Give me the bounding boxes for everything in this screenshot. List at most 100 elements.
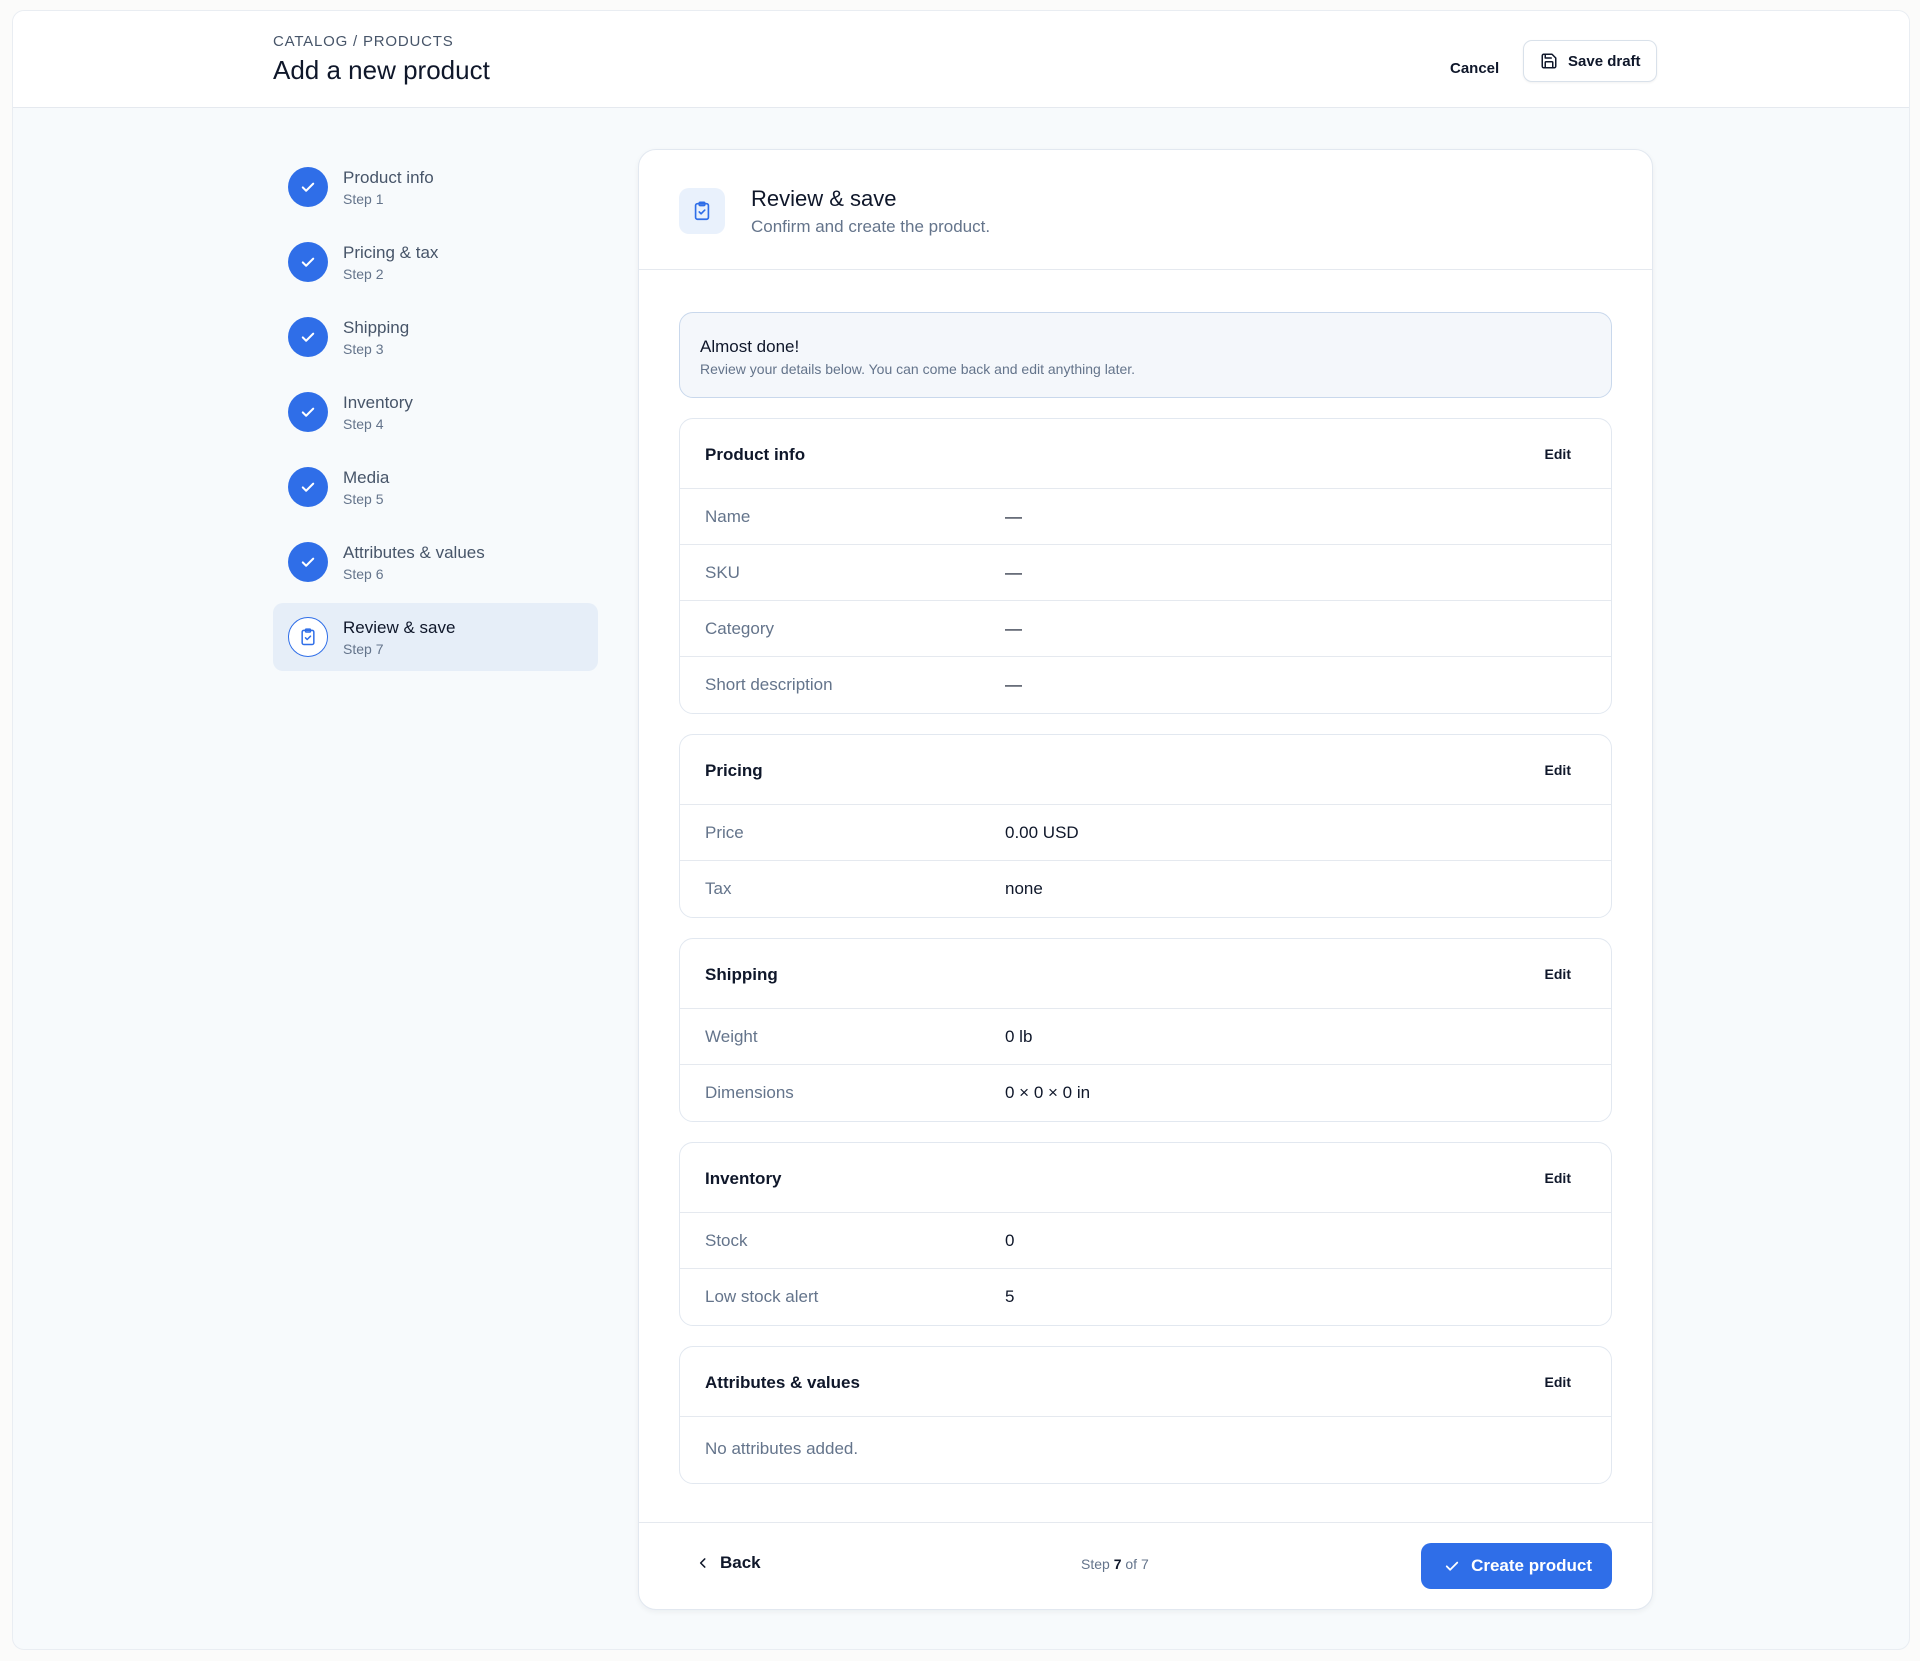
step-number: Step 7 xyxy=(343,641,384,657)
summary-row: Dimensions 0 × 0 × 0 in xyxy=(680,1065,1611,1121)
row-label: Tax xyxy=(705,879,732,898)
step-pricing-tax[interactable]: Pricing & tax Step 2 xyxy=(273,228,598,296)
back-label: Back xyxy=(720,1553,761,1572)
save-draft-label: Save draft xyxy=(1568,52,1641,70)
row-label: Dimensions xyxy=(705,1083,794,1102)
step-counter-current: 7 xyxy=(1113,1556,1122,1572)
section-title: Product info xyxy=(705,445,806,464)
breadcrumb[interactable]: CATALOG / PRODUCTS xyxy=(273,33,454,50)
row-label: Stock xyxy=(705,1231,748,1250)
summary-row: Price 0.00 USD xyxy=(680,805,1611,861)
edit-product-info-button[interactable]: Edit xyxy=(1545,446,1571,462)
step-number: Step 1 xyxy=(343,191,384,207)
page-title: Add a new product xyxy=(273,55,490,85)
inventory-section: Inventory Edit Stock 0 Low stock alert 5 xyxy=(679,1142,1612,1326)
save-draft-button[interactable]: Save draft xyxy=(1523,40,1657,82)
edit-attributes-button[interactable]: Edit xyxy=(1545,1374,1571,1390)
summary-row: Low stock alert 5 xyxy=(680,1269,1611,1325)
shipping-section: Shipping Edit Weight 0 lb Dimensions 0 ×… xyxy=(679,938,1612,1122)
clipboard-check-icon xyxy=(288,617,328,657)
step-counter-suffix: of 7 xyxy=(1125,1556,1149,1572)
edit-shipping-button[interactable]: Edit xyxy=(1545,966,1571,982)
empty-state-text: No attributes added. xyxy=(705,1439,859,1458)
check-icon xyxy=(1445,1561,1459,1571)
edit-inventory-button[interactable]: Edit xyxy=(1545,1170,1571,1186)
almost-done-notice: Almost done! Review your details below. … xyxy=(679,312,1612,398)
create-product-label: Create product xyxy=(1471,1556,1592,1575)
step-label: Shipping xyxy=(343,318,410,337)
section-title: Attributes & values xyxy=(705,1373,860,1392)
summary-row: Category — xyxy=(680,601,1611,657)
check-icon xyxy=(288,542,328,582)
step-shipping[interactable]: Shipping Step 3 xyxy=(273,303,598,371)
row-label: Name xyxy=(705,507,751,526)
step-counter: Step 7 of 7 xyxy=(1081,1556,1149,1572)
chevron-left-icon xyxy=(699,1558,706,1568)
row-value: 5 xyxy=(1005,1287,1015,1306)
steps-sidebar: Product info Step 1 Pricing & tax Step 2… xyxy=(273,153,598,678)
summary-row: Name — xyxy=(680,489,1611,545)
section-title: Shipping xyxy=(705,965,778,984)
back-button[interactable]: Back xyxy=(696,1553,761,1573)
row-label: Price xyxy=(705,823,744,842)
step-label: Product info xyxy=(343,168,434,187)
notice-title: Almost done! xyxy=(700,337,800,356)
step-media[interactable]: Media Step 5 xyxy=(273,453,598,521)
cancel-button[interactable]: Cancel xyxy=(1438,51,1511,87)
floppy-disk-icon xyxy=(1541,53,1557,69)
section-title: Pricing xyxy=(705,761,763,780)
summary-row: Short description — xyxy=(680,657,1611,713)
step-number: Step 2 xyxy=(343,266,384,282)
pricing-section: Pricing Edit Price 0.00 USD Tax none xyxy=(679,734,1612,918)
app-frame: CATALOG / PRODUCTS Add a new product Can… xyxy=(12,10,1910,1650)
step-counter-prefix: Step xyxy=(1081,1556,1110,1572)
row-label: Category xyxy=(705,619,774,638)
step-attributes-values[interactable]: Attributes & values Step 6 xyxy=(273,528,598,596)
row-value: — xyxy=(1005,507,1022,526)
row-value: 0 xyxy=(1005,1231,1015,1250)
row-value: none xyxy=(1005,879,1043,898)
clipboard-check-icon xyxy=(679,188,725,234)
check-icon xyxy=(288,317,328,357)
attributes-section: Attributes & values Edit No attributes a… xyxy=(679,1346,1612,1484)
row-value: — xyxy=(1005,619,1022,638)
empty-state: No attributes added. xyxy=(680,1417,1611,1483)
section-title: Inventory xyxy=(705,1169,782,1188)
summary-row: Tax none xyxy=(680,861,1611,917)
check-icon xyxy=(288,467,328,507)
check-icon xyxy=(288,167,328,207)
step-number: Step 3 xyxy=(343,341,384,357)
check-icon xyxy=(288,242,328,282)
step-label: Pricing & tax xyxy=(343,243,439,262)
row-value: 0 × 0 × 0 in xyxy=(1005,1083,1091,1102)
step-review-save[interactable]: Review & save Step 7 xyxy=(273,603,598,671)
check-icon xyxy=(288,392,328,432)
card-header: Review & save Confirm and create the pro… xyxy=(639,150,1652,270)
step-label: Attributes & values xyxy=(343,543,485,562)
summary-row: Weight 0 lb xyxy=(680,1009,1611,1065)
step-number: Step 4 xyxy=(343,416,384,432)
row-label: Weight xyxy=(705,1027,758,1046)
card-title: Review & save xyxy=(751,186,897,211)
row-label: SKU xyxy=(705,563,740,582)
section-header: Inventory Edit xyxy=(680,1143,1611,1213)
step-inventory[interactable]: Inventory Step 4 xyxy=(273,378,598,446)
step-label: Inventory xyxy=(343,393,413,412)
card-footer: Back Step 7 of 7 Create product xyxy=(639,1522,1652,1609)
product-info-section: Product info Edit Name — SKU — Category … xyxy=(679,418,1612,714)
summary-row: SKU — xyxy=(680,545,1611,601)
section-header: Pricing Edit xyxy=(680,735,1611,805)
create-product-button[interactable]: Create product xyxy=(1421,1543,1612,1589)
row-value: 0.00 USD xyxy=(1005,823,1079,842)
step-product-info[interactable]: Product info Step 1 xyxy=(273,153,598,221)
section-header: Shipping Edit xyxy=(680,939,1611,1009)
step-label: Review & save xyxy=(343,618,456,637)
notice-text: Review your details below. You can come … xyxy=(700,361,1136,377)
edit-pricing-button[interactable]: Edit xyxy=(1545,762,1571,778)
row-value: — xyxy=(1005,675,1022,694)
row-value: 0 lb xyxy=(1005,1027,1033,1046)
row-value: — xyxy=(1005,563,1022,582)
step-number: Step 5 xyxy=(343,491,384,507)
row-label: Low stock alert xyxy=(705,1287,819,1306)
step-label: Media xyxy=(343,468,390,487)
